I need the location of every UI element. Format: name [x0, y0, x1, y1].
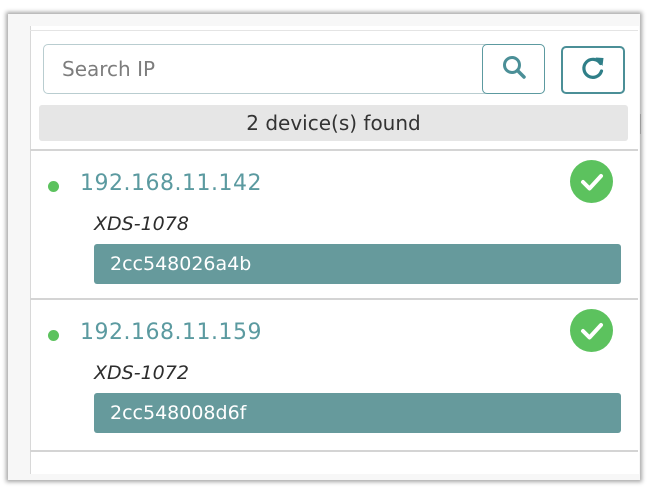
refresh-button[interactable] [561, 46, 625, 94]
device-count-text: 2 device(s) found [246, 111, 421, 135]
refresh-icon [579, 54, 607, 86]
check-circle-icon [570, 309, 613, 352]
device-ip-link[interactable]: 192.168.11.142 [80, 171, 262, 196]
check-circle-icon [570, 160, 613, 203]
device-list-item[interactable]: 192.168.11.159 XDS-1072 2cc548008d6f [30, 300, 638, 448]
online-status-icon [48, 330, 59, 341]
device-mac-badge: 2cc548026a4b [94, 244, 621, 284]
scroll-marker [640, 114, 641, 134]
online-status-icon [48, 181, 59, 192]
device-list-item[interactable]: 192.168.11.142 XDS-1078 2cc548026a4b [30, 151, 638, 299]
list-divider [30, 450, 638, 452]
device-ip-link[interactable]: 192.168.11.159 [80, 320, 262, 345]
device-mac-badge: 2cc548008d6f [94, 393, 621, 433]
device-model: XDS-1078 [94, 213, 189, 235]
search-box [43, 44, 545, 94]
device-count-status: 2 device(s) found [39, 105, 628, 141]
panel-top-border [30, 30, 638, 31]
search-input[interactable] [44, 45, 482, 93]
device-model: XDS-1072 [94, 362, 189, 384]
search-button[interactable] [482, 44, 545, 94]
search-icon [501, 54, 527, 84]
